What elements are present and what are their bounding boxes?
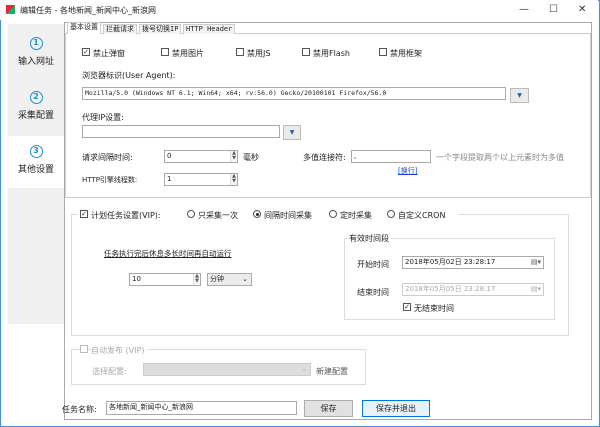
close-button[interactable]: ✕ — [578, 4, 586, 15]
nav-step-input-url[interactable]: 1 输入网址 — [8, 28, 64, 80]
user-agent-input[interactable]: Mozilla/5.0 (Windows NT 6.1; Win64; x64;… — [82, 87, 506, 100]
joiner-hint: 一个字段提取两个以上元素时为多值 — [436, 153, 564, 162]
checkbox-label: 禁用框架 — [390, 49, 422, 58]
mode-once-radio[interactable] — [187, 210, 195, 218]
tab-basic[interactable]: 基本设置 — [67, 22, 101, 34]
minimize-button[interactable]: — — [519, 4, 529, 15]
joiner-input[interactable]: , — [351, 150, 431, 163]
no-end-time-checkbox[interactable]: ✓ — [403, 303, 411, 311]
interval-value: 0 — [167, 152, 172, 160]
schedule-checkbox[interactable]: ✓ — [80, 210, 88, 218]
ua-dropdown-button[interactable]: ▼ — [510, 88, 529, 103]
checkbox-label: 禁止弹窗 — [93, 49, 125, 58]
tab-dial-ip[interactable]: 拨号切换IP — [139, 24, 182, 34]
radio-label: 自定义CRON — [398, 211, 446, 220]
nav-label: 其他设置 — [17, 165, 54, 175]
start-time-label: 开始时间 — [357, 260, 389, 269]
threads-spinner[interactable]: 1 ▲ ▼ — [164, 173, 238, 186]
threads-label: HTTP引擎线程数: — [82, 176, 138, 184]
interval-spinner[interactable]: 0 ▲ ▼ — [164, 150, 238, 163]
window-title: 编辑任务 - 各地新闻_新闻中心_新浪网 — [20, 6, 156, 15]
step-number: 1 — [29, 37, 43, 50]
rest-unit-value: 分钟 — [210, 275, 224, 283]
disable-images-checkbox[interactable] — [161, 48, 169, 56]
radio-label: 定时采集 — [340, 211, 372, 220]
tab-http-header[interactable]: HTTP Header — [183, 24, 236, 34]
start-time-picker[interactable]: 2018年05月02日 23:28:17 ▤▾ — [402, 256, 544, 269]
disable-flash-checkbox[interactable] — [302, 48, 310, 56]
step-number: 3 — [29, 145, 43, 158]
end-time-value: 2018年05月05日 23:28:17 — [405, 285, 496, 293]
auto-publish-checkbox[interactable] — [80, 345, 88, 353]
title-bar: 编辑任务 - 各地新闻_新闻中心_新浪网 — ☐ ✕ — [0, 0, 598, 20]
nav-step-collect-config[interactable]: 2 采集配置 — [8, 82, 64, 134]
no-end-time-label: 无结束时间 — [414, 304, 454, 313]
task-name-label: 任务名称: — [62, 405, 97, 414]
end-time-picker[interactable]: 2018年05月05日 23:28:17 ▤▾ — [402, 283, 544, 296]
app-icon — [6, 5, 15, 14]
save-button[interactable]: 保存 — [304, 400, 353, 417]
disable-js-checkbox[interactable] — [236, 48, 244, 56]
checkbox-label: 禁用JS — [247, 49, 271, 58]
proxy-dropdown-button[interactable]: ▼ — [283, 125, 301, 140]
proxy-label: 代理IP设置: — [82, 113, 124, 122]
proxy-input[interactable] — [82, 125, 280, 138]
new-config-link[interactable]: 新建配置 — [316, 366, 348, 377]
checkbox-label: 禁用Flash — [313, 49, 350, 58]
task-name-input[interactable]: 各地新闻_新闻中心_新浪网 — [106, 401, 297, 415]
nav-label: 输入网址 — [17, 57, 54, 67]
spinner-arrows-icon[interactable]: ▲ ▼ — [230, 151, 237, 162]
radio-label: 间隔时间采集 — [264, 211, 312, 220]
nav-label: 采集配置 — [17, 111, 54, 121]
interval-label: 请求间隔时间: — [82, 153, 133, 162]
tab-intercept[interactable]: 拦截请求 — [103, 24, 137, 34]
end-time-label: 结束时间 — [357, 288, 389, 297]
ua-label: 浏览器标识(User Agent): — [82, 71, 176, 80]
rest-unit-select[interactable]: 分钟 ⌄ — [207, 273, 252, 286]
nav-step-other-settings[interactable]: 3 其他设置 — [8, 136, 64, 188]
rest-text: 任务执行完后休息多长时间再自动运行 — [104, 249, 232, 258]
rest-spinner[interactable]: 10 ▲ ▼ — [129, 273, 201, 286]
disable-popup-checkbox[interactable]: ✓ — [82, 48, 90, 56]
interval-unit: 毫秒 — [243, 153, 259, 162]
step-number: 2 — [29, 91, 43, 104]
newline-link[interactable]: [换行] — [398, 166, 417, 176]
auto-publish-label: 自动发布 (VIP) — [91, 345, 148, 356]
radio-label: 只采集一次 — [198, 211, 238, 220]
calendar-icon[interactable]: ▤▾ — [531, 285, 541, 294]
disable-frames-checkbox[interactable] — [379, 48, 387, 56]
config-select[interactable]: ⌄ — [143, 363, 311, 376]
mode-timed-radio[interactable] — [329, 210, 337, 218]
mode-interval-radio[interactable] — [253, 210, 261, 218]
spinner-arrows-icon[interactable]: ▲ ▼ — [230, 174, 237, 185]
schedule-label: 计划任务设置(VIP): — [91, 211, 161, 220]
rest-value: 10 — [132, 275, 141, 283]
calendar-icon[interactable]: ▤▾ — [531, 258, 541, 267]
valid-period-title: 有效时间段 — [347, 233, 391, 244]
mode-cron-radio[interactable] — [387, 210, 395, 218]
joiner-label: 多值连接符: — [303, 153, 346, 162]
chevron-down-icon: ⌄ — [301, 365, 307, 373]
chevron-down-icon: ⌄ — [242, 275, 248, 283]
step-nav: 1 输入网址 2 采集配置 3 其他设置 — [8, 24, 64, 324]
start-time-value: 2018年05月02日 23:28:17 — [405, 258, 496, 266]
checkbox-label: 禁用图片 — [172, 49, 204, 58]
save-and-exit-button[interactable]: 保存并退出 — [362, 400, 430, 417]
config-label: 选择配置: — [92, 367, 127, 376]
maximize-button[interactable]: ☐ — [549, 4, 558, 15]
spinner-arrows-icon[interactable]: ▲ ▼ — [193, 274, 200, 285]
threads-value: 1 — [167, 175, 172, 183]
